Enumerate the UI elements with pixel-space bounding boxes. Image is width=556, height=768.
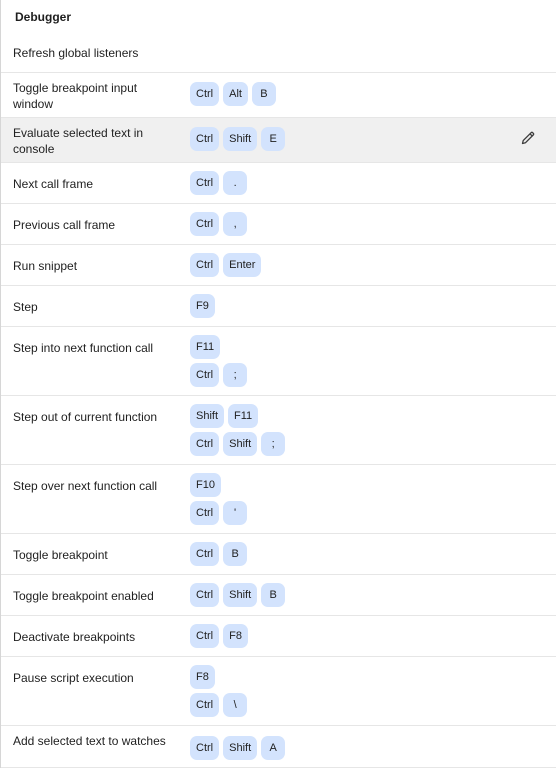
shortcut-combo: Ctrl, [190,212,248,236]
shortcut-label: Previous call frame [13,218,116,232]
shortcut-row-toggle-breakpoint-enabled[interactable]: Toggle breakpoint enabled Ctrl Shift B [1,575,556,616]
shortcut-row-evaluate-selected-text-in-console[interactable]: Evaluate selected text in console Ctrl Shi… [1,118,556,163]
key-badge: Ctrl [190,82,220,106]
shortcut-combo: Shift F11 [190,404,259,428]
key-badge: Ctrl [190,542,220,566]
key-badge: Ctrl [190,693,220,717]
shortcut-combo: F10 [190,473,221,497]
shortcut-row-step-over-next-function-call[interactable]: Step over next function call F10 Ctrl ' [1,465,556,534]
shortcut-row-step-into-next-function-call[interactable]: Step into next function call F11 Ctrl; [1,327,556,396]
shortcut-combo: Ctrl Shift; [190,432,286,456]
key-badge: \ [223,693,248,717]
shortcut-label: Toggle breakpoint input window [13,81,138,111]
key-badge: ; [261,432,286,456]
shortcut-label: Deactivate breakpoints [13,630,136,644]
key-badge: F11 [228,404,259,428]
key-badge: Ctrl [190,624,220,648]
key-badge: F10 [190,473,221,497]
key-badge: E [261,127,286,151]
key-badge: , [223,212,248,236]
shortcut-combo: Ctrl Alt B [190,82,276,106]
shortcut-combo: Ctrl. [190,171,248,195]
key-badge: Ctrl [190,253,220,277]
pencil-icon[interactable] [520,130,536,146]
key-badge: F8 [190,665,215,689]
shortcut-row-toggle-breakpoint-input-window[interactable]: Toggle breakpoint input window Ctrl Alt B [1,73,556,118]
shortcut-label: Run snippet [13,259,78,273]
shortcut-label: Evaluate selected text in console [13,126,144,156]
shortcut-label: Next call frame [13,177,94,191]
key-badge: B [251,82,276,106]
shortcut-row-pause-script-execution[interactable]: Pause script execution F8 Ctrl \ [1,657,556,726]
key-badge: Shift [223,432,258,456]
shortcut-combo: Ctrl B [190,542,248,566]
shortcut-row-deactivate-breakpoints[interactable]: Deactivate breakpoints Ctrl F8 [1,616,556,657]
shortcut-row-step[interactable]: Step F9 [1,286,556,327]
shortcut-label: Step [13,300,38,314]
shortcut-combo: Ctrl \ [190,693,248,717]
key-badge: . [223,171,248,195]
shortcut-combo: Ctrl ' [190,501,248,525]
shortcut-row-toggle-breakpoint[interactable]: Toggle breakpoint Ctrl B [1,534,556,575]
shortcut-label: Step out of current function [13,410,158,424]
shortcut-label: Pause script execution [13,671,134,685]
shortcut-combo: Ctrl Shift B [190,583,286,607]
shortcut-label: Step over next function call [13,479,158,493]
key-badge: Ctrl [190,171,220,195]
shortcut-combo: F9 [190,294,215,318]
key-badge: Ctrl [190,212,220,236]
shortcut-label: Toggle breakpoint [13,548,108,562]
key-badge: Shift [223,127,258,151]
key-badge: Enter [223,253,262,277]
key-badge: Ctrl [190,127,220,151]
key-badge: Shift [190,404,225,428]
shortcut-combo: Ctrl; [190,363,248,387]
key-badge: Ctrl [190,501,220,525]
shortcut-label: Step into next function call [13,341,154,355]
key-badge: A [261,736,286,760]
shortcut-combo: F8 [190,665,215,689]
key-badge: F9 [190,294,215,318]
shortcut-combo: Ctrl Shift A [190,736,286,760]
key-badge: F11 [190,335,221,359]
key-badge: Ctrl [190,583,220,607]
shortcut-combo: Ctrl Shift E [190,127,286,151]
shortcut-row-run-snippet[interactable]: Run snippet Ctrl Enter [1,245,556,286]
shortcut-row-next-call-frame[interactable]: Next call frame Ctrl. [1,163,556,204]
key-badge: ' [223,501,248,525]
key-badge: ; [223,363,248,387]
key-badge: Ctrl [190,363,220,387]
section-title: Debugger [15,10,72,24]
shortcut-row-previous-call-frame[interactable]: Previous call frame Ctrl, [1,204,556,245]
key-badge: Ctrl [190,432,220,456]
shortcut-label: Refresh global listeners [13,46,139,60]
key-badge: B [223,542,248,566]
shortcut-combo: F11 [190,335,221,359]
shortcut-row-step-out-of-current-function[interactable]: Step out of current function Shift F11 Ctrl… [1,396,556,465]
shortcut-combo: Ctrl Enter [190,253,262,277]
shortcut-label: Toggle breakpoint enabled [13,589,154,603]
key-badge: Shift [223,736,258,760]
shortcut-row-refresh-global-listeners[interactable]: Refresh global listeners [1,33,556,73]
shortcut-label: Add selected text to watches [13,734,166,748]
key-badge: Ctrl [190,736,220,760]
key-badge: B [261,583,286,607]
key-badge: Alt [223,82,248,106]
key-badge: Shift [223,583,258,607]
shortcut-row-add-selected-text-to-watches[interactable]: Add selected text to watches Ctrl Shift A [1,726,556,768]
key-badge: F8 [223,624,248,648]
shortcut-combo: Ctrl F8 [190,624,248,648]
